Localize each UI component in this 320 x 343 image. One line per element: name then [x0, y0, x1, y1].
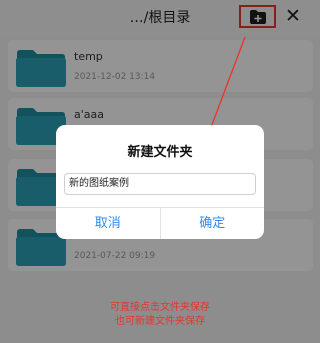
- annotation-line-1: 可直接点击文件夹保存: [110, 302, 210, 313]
- cancel-button[interactable]: 取消: [56, 208, 161, 239]
- annotation-text: 可直接点击文件夹保存 也可新建文件夹保存: [0, 301, 320, 329]
- folder-name-input[interactable]: 新的图纸案例: [64, 173, 256, 195]
- confirm-button[interactable]: 确定: [161, 208, 265, 239]
- dialog-actions: 取消 确定: [56, 207, 264, 239]
- new-folder-dialog: 新建文件夹 新的图纸案例 取消 确定: [56, 125, 264, 239]
- dialog-title: 新建文件夹: [127, 145, 193, 160]
- annotation-line-2: 也可新建文件夹保存: [115, 316, 205, 327]
